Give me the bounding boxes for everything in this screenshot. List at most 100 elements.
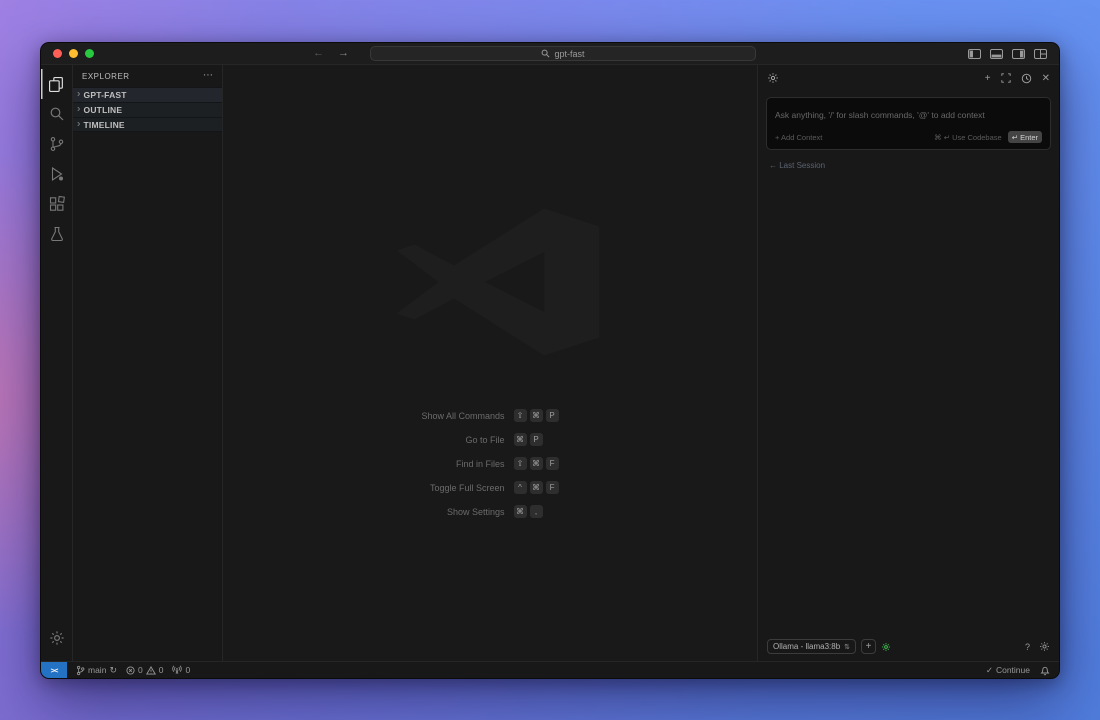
add-context-button[interactable]: + Add Context bbox=[775, 133, 822, 142]
section-label: GPT-FAST bbox=[83, 90, 127, 100]
run-debug-icon bbox=[51, 166, 63, 182]
new-session-icon[interactable]: + bbox=[985, 73, 991, 84]
search-icon bbox=[542, 49, 550, 58]
sync-icon: ↻ bbox=[109, 664, 117, 675]
error-count: 0 bbox=[137, 665, 143, 675]
workbench: EXPLORER ⋯ › GPT-FAST › OUTLINE › TIMELI… bbox=[41, 65, 1059, 661]
warning-icon bbox=[145, 665, 156, 675]
close-panel-icon[interactable]: ✕ bbox=[1042, 73, 1050, 84]
sidebar-header: EXPLORER ⋯ bbox=[73, 65, 222, 87]
activity-testing[interactable] bbox=[41, 219, 72, 249]
help-icon[interactable]: ? bbox=[1025, 642, 1030, 652]
sidebar-section-timeline[interactable]: › TIMELINE bbox=[73, 117, 222, 132]
chevron-right-icon: › bbox=[77, 118, 81, 129]
notifications-bell-icon[interactable] bbox=[1040, 665, 1050, 676]
keycap: P bbox=[529, 433, 543, 446]
keycap: P bbox=[545, 409, 559, 422]
activity-run-debug[interactable] bbox=[41, 159, 72, 189]
source-control-icon bbox=[50, 137, 63, 151]
keycap: F bbox=[545, 481, 559, 494]
chat-input-toolbar: + Add Context ⌘ ↵ Use Codebase ↵ Enter bbox=[775, 131, 1042, 143]
activity-source-control[interactable] bbox=[41, 129, 72, 159]
beaker-icon bbox=[50, 226, 63, 242]
editor-area: Show All Commands ⇧ ⌘ P Go to File ⌘ P F… bbox=[223, 65, 757, 661]
git-branch-icon bbox=[77, 665, 85, 675]
chat-input[interactable] bbox=[775, 110, 1042, 120]
shortcut-label: Show All Commands bbox=[421, 410, 505, 421]
continue-logo-icon bbox=[768, 73, 778, 83]
more-actions-icon[interactable]: ⋯ bbox=[203, 71, 213, 81]
minimize-window-button[interactable] bbox=[69, 49, 78, 58]
activity-extensions[interactable] bbox=[41, 189, 72, 219]
history-back-button[interactable]: ← bbox=[313, 48, 324, 59]
ports-status-item[interactable]: 0 bbox=[172, 665, 190, 675]
traffic-lights bbox=[53, 49, 94, 58]
chevron-right-icon: › bbox=[77, 103, 81, 115]
titlebar: ← → gpt-fast bbox=[41, 43, 1059, 65]
model-selector[interactable]: Ollama - llama3:8b ⇅ bbox=[767, 639, 857, 654]
plus-icon: + bbox=[865, 640, 872, 652]
last-session-link[interactable]: ← Last Session bbox=[769, 161, 1048, 170]
problems-status-item[interactable]: 0 0 bbox=[126, 665, 163, 675]
activity-search[interactable] bbox=[41, 99, 72, 129]
vscode-watermark-logo bbox=[396, 208, 600, 356]
add-model-button[interactable]: + bbox=[861, 639, 877, 654]
frame-icon[interactable] bbox=[1000, 73, 1011, 83]
use-codebase-hint: ⌘ ↵ Use Codebase bbox=[934, 132, 1002, 142]
warning-count: 0 bbox=[158, 665, 164, 675]
keycap: ⇧ bbox=[513, 409, 527, 422]
history-forward-button[interactable]: → bbox=[338, 48, 349, 59]
keycap: F bbox=[545, 457, 559, 470]
status-bar: >< main ↻ 0 0 0 ✓ Continue bbox=[41, 661, 1059, 678]
activity-settings[interactable] bbox=[41, 623, 72, 653]
vscode-window: ← → gpt-fast EXPLORER ⋯ › GPT-FAST › OUT… bbox=[40, 42, 1060, 679]
customize-layout-icon[interactable] bbox=[1034, 48, 1047, 59]
branch-status-item[interactable]: main ↻ bbox=[76, 665, 117, 676]
files-icon bbox=[49, 76, 63, 92]
zoom-window-button[interactable] bbox=[85, 49, 94, 58]
toggle-secondary-sidebar-icon[interactable] bbox=[1012, 48, 1025, 59]
continue-status-item[interactable]: ✓ Continue bbox=[986, 665, 1030, 676]
search-text: gpt-fast bbox=[554, 48, 585, 59]
radio-tower-icon bbox=[172, 665, 183, 674]
chevron-right-icon: › bbox=[77, 88, 81, 100]
activity-explorer[interactable] bbox=[41, 69, 72, 99]
explorer-sidebar: EXPLORER ⋯ › GPT-FAST › OUTLINE › TIMELI… bbox=[73, 65, 223, 661]
keycap: ⌘ bbox=[529, 409, 543, 422]
extensions-icon bbox=[49, 196, 65, 211]
shortcut-label: Show Settings bbox=[446, 506, 505, 517]
ports-count: 0 bbox=[185, 665, 191, 675]
toggle-primary-sidebar-icon[interactable] bbox=[968, 48, 981, 59]
chat-settings-gear-icon[interactable] bbox=[1039, 641, 1050, 652]
gear-icon bbox=[49, 631, 64, 645]
keycap: ^ bbox=[513, 481, 527, 494]
remote-icon: >< bbox=[50, 665, 59, 675]
keycap: ⌘ bbox=[513, 505, 527, 518]
sidebar-section-outline[interactable]: › OUTLINE bbox=[73, 102, 222, 117]
section-label: OUTLINE bbox=[83, 105, 123, 115]
chat-panel-header: + ✕ bbox=[758, 65, 1059, 91]
enter-button[interactable]: ↵ Enter bbox=[1007, 131, 1042, 143]
keycap: ⇧ bbox=[513, 457, 527, 470]
desktop-background: ← → gpt-fast EXPLORER ⋯ › GPT-FAST › OUT… bbox=[0, 0, 1100, 720]
keycap: , bbox=[529, 505, 543, 518]
search-icon bbox=[50, 107, 63, 121]
chat-bottom-bar: Ollama - llama3:8b ⇅ + ? bbox=[758, 639, 1059, 661]
sidebar-title: EXPLORER bbox=[82, 71, 130, 81]
connection-status-icon[interactable] bbox=[881, 642, 891, 652]
model-name: Ollama - llama3:8b bbox=[773, 642, 841, 651]
close-window-button[interactable] bbox=[53, 49, 62, 58]
chat-input-box: + Add Context ⌘ ↵ Use Codebase ↵ Enter bbox=[766, 97, 1051, 150]
remote-indicator-button[interactable]: >< bbox=[41, 662, 67, 678]
continue-chat-panel: + ✕ + Add Context bbox=[757, 65, 1059, 661]
sidebar-section-gpt-fast[interactable]: › GPT-FAST bbox=[73, 87, 222, 102]
error-icon bbox=[126, 665, 135, 675]
history-icon[interactable] bbox=[1021, 73, 1032, 84]
command-center-search[interactable]: gpt-fast bbox=[370, 46, 756, 61]
section-label: TIMELINE bbox=[83, 119, 125, 130]
toggle-panel-icon[interactable] bbox=[990, 48, 1003, 59]
layout-controls bbox=[968, 48, 1047, 59]
continue-status-label: Continue bbox=[995, 665, 1030, 675]
shortcut-label: Go to File bbox=[465, 434, 505, 445]
branch-name: main bbox=[88, 665, 107, 675]
